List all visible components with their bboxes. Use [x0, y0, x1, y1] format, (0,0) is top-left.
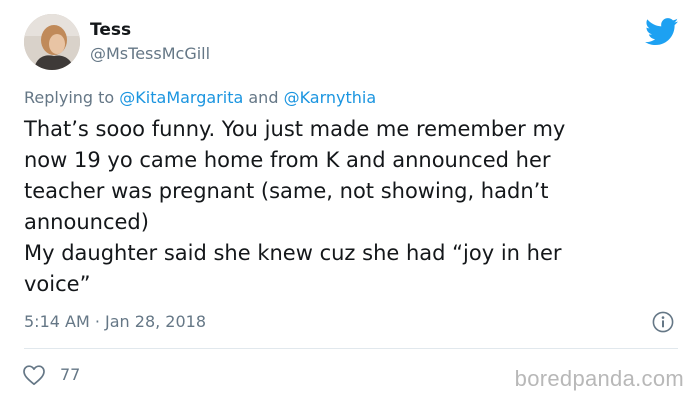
user-handle[interactable]: @MsTessMcGill — [90, 44, 210, 63]
reply-joiner: and — [243, 88, 284, 107]
mention-link-kitamargarita[interactable]: @KitaMargarita — [119, 88, 243, 107]
avatar[interactable] — [24, 14, 80, 70]
tweet-text-line: That’s sooo funny. You just made me reme… — [24, 117, 566, 141]
tweet-card: Tess @MsTessMcGill Replying to @KitaMarg… — [0, 0, 700, 402]
avatar-photo — [24, 14, 80, 70]
tweet-text-line: My daughter said she knew cuz she had “j… — [24, 241, 562, 265]
tweet-timestamp[interactable]: 5:14 AM · Jan 28, 2018 — [24, 312, 206, 331]
tweet-text-line: announced) — [24, 210, 149, 234]
twitter-bird-icon[interactable] — [645, 18, 679, 46]
tweet-text-line: teacher was pregnant (same, not showing,… — [24, 179, 549, 203]
heart-icon[interactable] — [22, 364, 46, 386]
display-name[interactable]: Tess — [90, 20, 131, 40]
tweet-text-line: now 19 yo came home from K and announced… — [24, 148, 551, 172]
reply-context: Replying to @KitaMargarita and @Karnythi… — [24, 88, 376, 107]
like-count[interactable]: 77 — [60, 365, 80, 384]
tweet-text-line: voice” — [24, 272, 91, 296]
tweet-text: That’s sooo funny. You just made me reme… — [24, 114, 674, 300]
reply-prefix: Replying to — [24, 88, 120, 107]
info-icon[interactable] — [652, 311, 674, 333]
watermark: boredpanda.com — [514, 366, 684, 391]
divider — [24, 348, 678, 349]
mention-link-karnythia[interactable]: @Karnythia — [284, 88, 377, 107]
